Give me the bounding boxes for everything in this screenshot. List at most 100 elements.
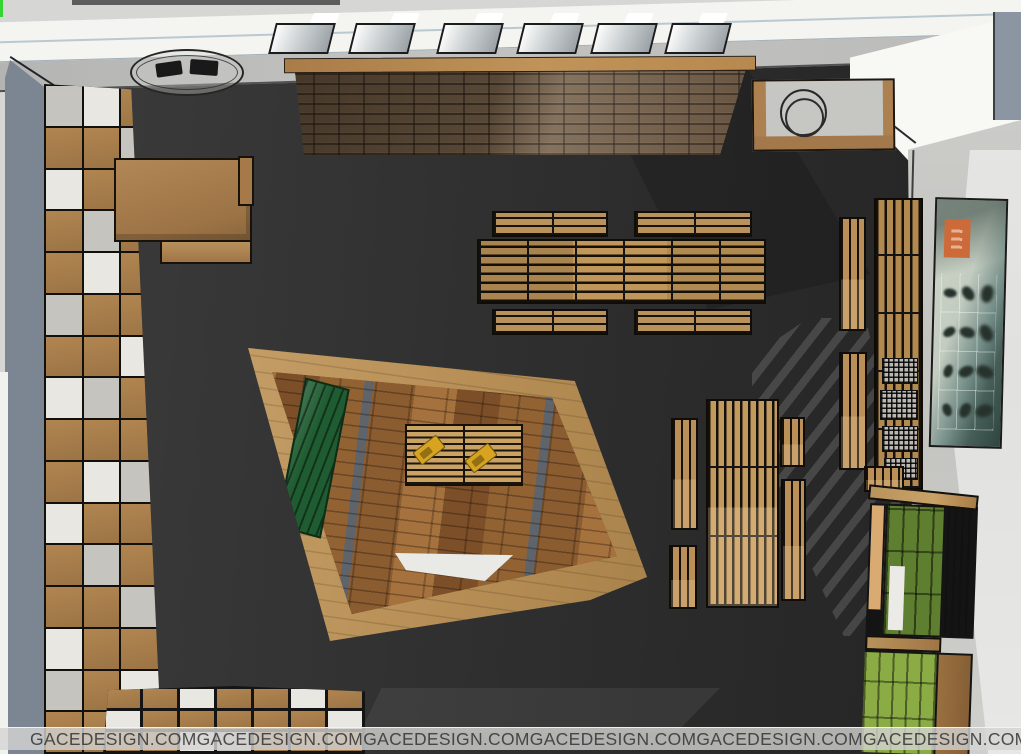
shelf-cell bbox=[84, 504, 118, 544]
shelf-cell bbox=[46, 128, 82, 168]
watermark-text: GACEDESIGN.COM bbox=[197, 729, 364, 750]
slatted-screen bbox=[288, 71, 750, 155]
shelf-cell bbox=[46, 629, 82, 669]
shelf-cell bbox=[46, 295, 82, 335]
slat-panel bbox=[839, 352, 867, 470]
shelf-cell bbox=[84, 295, 118, 335]
poster-photo-cell bbox=[959, 274, 979, 313]
left-exterior-wall bbox=[5, 60, 47, 754]
shelf-cell bbox=[46, 86, 82, 126]
cabinet-fan-unit bbox=[752, 78, 896, 151]
poster-logo bbox=[944, 219, 971, 258]
shelf-cell bbox=[46, 420, 82, 460]
right-exterior-wall bbox=[993, 12, 1021, 120]
shelf-cell bbox=[143, 689, 177, 708]
watermark-text: GACEDESIGN.COM bbox=[530, 729, 697, 750]
shelf-cell bbox=[84, 337, 118, 377]
mesh-panel bbox=[880, 390, 918, 420]
stool bbox=[190, 59, 219, 76]
poster-photo-cell bbox=[938, 351, 958, 390]
bookcase-white-cell bbox=[888, 566, 905, 630]
shelf-cell bbox=[84, 253, 118, 293]
poster-image-grid bbox=[937, 273, 997, 430]
wood-desk-side bbox=[238, 156, 254, 206]
skylight-panel bbox=[348, 23, 416, 54]
shelf-cell bbox=[46, 504, 82, 544]
shelf-cell bbox=[180, 689, 214, 708]
skylight-panel bbox=[516, 23, 584, 54]
bench bbox=[492, 309, 608, 335]
shelf-cell bbox=[46, 337, 82, 377]
shelf-cell bbox=[46, 378, 82, 418]
bench bbox=[634, 309, 752, 335]
green-bookcase bbox=[859, 488, 982, 754]
fan-circle bbox=[780, 89, 827, 136]
poster-photo-cell bbox=[956, 391, 976, 430]
shelf-cell bbox=[46, 170, 82, 210]
bench bbox=[780, 417, 805, 467]
shelf-cell bbox=[46, 671, 82, 711]
shelf-cell bbox=[84, 420, 118, 460]
poster-photo-cell bbox=[975, 391, 995, 430]
green-bookcase-upper bbox=[866, 503, 979, 639]
watermark-text: GACEDESIGN.COM bbox=[863, 729, 1021, 750]
shelf-cell bbox=[84, 86, 118, 126]
poster-photo-cell bbox=[937, 390, 957, 429]
bench bbox=[671, 418, 698, 530]
mesh-panel bbox=[882, 426, 918, 452]
poster-photo-cell bbox=[976, 352, 996, 391]
poster-photo-cell bbox=[957, 352, 977, 391]
wood-desk bbox=[114, 158, 252, 242]
reading-table bbox=[477, 239, 766, 304]
skylight-panel bbox=[664, 23, 732, 54]
shelf-cell bbox=[84, 462, 118, 502]
light-glow bbox=[550, 13, 580, 23]
light-glow bbox=[390, 13, 420, 23]
poster-photo-cell bbox=[939, 312, 959, 351]
bookcase-tan-strip bbox=[868, 505, 886, 609]
slatted-screen-top-rail bbox=[284, 56, 756, 73]
wall-poster bbox=[929, 197, 1009, 449]
slat-panel bbox=[839, 217, 866, 331]
ceiling-edge-dark-segment bbox=[72, 0, 340, 5]
shelf-cell bbox=[328, 689, 362, 708]
shelf-cell bbox=[106, 689, 140, 708]
watermark-text: GACEDESIGN.COM bbox=[30, 729, 197, 750]
skylight-panel bbox=[268, 23, 336, 54]
light-glow bbox=[624, 13, 654, 23]
shelf-cell bbox=[254, 689, 288, 708]
shelf-cell bbox=[84, 629, 118, 669]
poster-photo-cell bbox=[958, 313, 978, 352]
poster-photo-cell bbox=[978, 274, 998, 313]
light-glow bbox=[310, 13, 340, 23]
watermark-text: GACEDESIGN.COM bbox=[363, 729, 530, 750]
interior-top-view-render: GACEDESIGN.COMGACEDESIGN.COMGACEDESIGN.C… bbox=[0, 0, 1021, 754]
shelf-cell bbox=[84, 378, 118, 418]
slat-shelf-tall bbox=[874, 198, 923, 490]
bench bbox=[669, 545, 697, 609]
poster-photo-cell bbox=[977, 313, 997, 352]
light-glow bbox=[474, 13, 504, 23]
round-table bbox=[130, 49, 244, 96]
skylight-panel bbox=[436, 23, 504, 54]
skylight-panel bbox=[590, 23, 658, 54]
shelf-cell bbox=[46, 587, 82, 627]
bookcase-wood-side bbox=[942, 508, 976, 637]
left-white-edge bbox=[0, 372, 8, 754]
bench bbox=[781, 479, 806, 601]
axis-guide-line bbox=[0, 0, 3, 17]
watermark-strip: GACEDESIGN.COMGACEDESIGN.COMGACEDESIGN.C… bbox=[0, 727, 1021, 750]
shelf-cell bbox=[46, 462, 82, 502]
floor-light-patch bbox=[360, 688, 720, 732]
light-glow bbox=[698, 13, 728, 23]
reading-table-vertical bbox=[706, 399, 779, 608]
mesh-panel bbox=[882, 358, 918, 384]
shelf-cell bbox=[46, 253, 82, 293]
shelf-cell bbox=[84, 587, 118, 627]
shelf-cell bbox=[84, 545, 118, 585]
watermark-text: GACEDESIGN.COM bbox=[696, 729, 863, 750]
wood-desk-extension bbox=[160, 240, 252, 264]
bench bbox=[634, 211, 752, 237]
bench bbox=[492, 211, 608, 237]
shelf-cell bbox=[46, 211, 82, 251]
